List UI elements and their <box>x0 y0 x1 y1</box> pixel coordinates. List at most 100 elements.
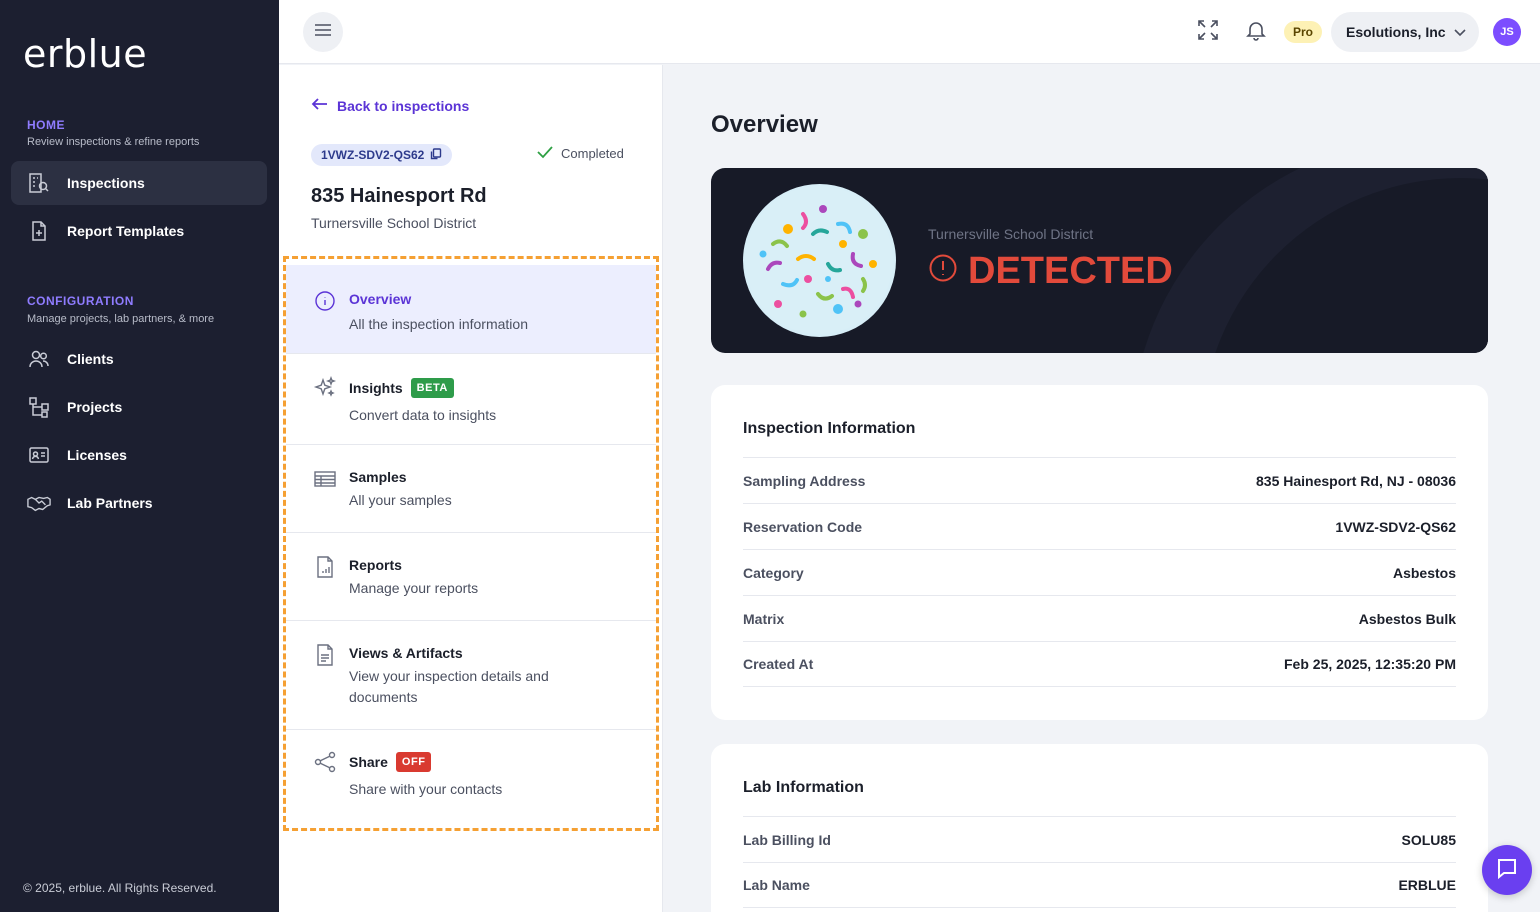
reservation-code-chip[interactable]: 1VWZ-SDV2-QS62 <box>311 144 453 166</box>
menu-item-title: Insights <box>349 380 403 396</box>
info-row-reservation-code: Reservation Code 1VWZ-SDV2-QS62 <box>743 503 1456 549</box>
erblue-logo[interactable]: erblue <box>23 32 147 76</box>
info-row-sampling-address: Sampling Address 835 Hainesport Rd, NJ -… <box>743 457 1456 503</box>
inspection-section-menu: Overview All the inspection information … <box>283 256 659 831</box>
check-icon <box>537 145 561 162</box>
card-title: Lab Information <box>743 779 864 796</box>
building-search-icon <box>27 171 51 195</box>
lab-information-card: Lab Information Lab Billing Id SOLU85 La… <box>711 744 1488 912</box>
handshake-icon <box>27 491 51 515</box>
menu-item-samples[interactable]: Samples All your samples <box>286 445 656 533</box>
configuration-section-title: CONFIGURATION <box>27 294 134 308</box>
info-label: Reservation Code <box>743 518 863 535</box>
menu-item-subtitle: View your inspection details and documen… <box>349 668 549 705</box>
sidebar-item-licenses[interactable]: Licenses <box>11 433 267 477</box>
info-row-created-at: Created At Feb 25, 2025, 12:35:20 PM <box>743 641 1456 687</box>
beta-badge: BETA <box>410 378 454 398</box>
document-icon <box>313 643 337 667</box>
sidebar-item-report-templates[interactable]: Report Templates <box>11 209 267 253</box>
info-row-lab-billing-id: Lab Billing Id SOLU85 <box>743 816 1456 862</box>
report-file-icon <box>313 555 337 579</box>
chat-support-button[interactable] <box>1482 845 1532 895</box>
hamburger-menu-button[interactable] <box>303 12 343 52</box>
info-label: Sampling Address <box>743 472 866 489</box>
info-label: Created At <box>743 656 814 672</box>
chevron-down-icon <box>1453 25 1467 42</box>
info-row-lab-name: Lab Name ERBLUE <box>743 862 1456 908</box>
menu-item-overview[interactable]: Overview All the inspection information <box>286 265 656 354</box>
configuration-section-subtitle: Manage projects, lab partners, & more <box>27 313 215 325</box>
menu-item-subtitle: All the inspection information <box>349 316 528 332</box>
id-card-icon <box>27 443 51 467</box>
hierarchy-icon <box>27 395 51 419</box>
menu-item-subtitle: Manage your reports <box>349 580 479 596</box>
menu-item-subtitle: Convert data to insights <box>349 407 497 423</box>
sidebar-item-label: Clients <box>67 351 114 367</box>
overview-content: Overview Turnersville School District DE… <box>663 65 1540 912</box>
menu-item-insights[interactable]: Insights BETA Convert data to insights <box>286 354 656 445</box>
sidebar-item-inspections[interactable]: Inspections <box>11 161 267 205</box>
info-value: Asbestos <box>1392 564 1456 581</box>
menu-item-title: Samples <box>349 469 407 485</box>
sidebar-item-projects[interactable]: Projects <box>11 385 267 429</box>
back-to-inspections-link[interactable]: Back to inspections <box>311 97 469 114</box>
fullscreen-icon <box>1197 19 1219 46</box>
info-value: ERBLUE <box>1398 877 1456 893</box>
sidebar-item-label: Lab Partners <box>67 495 153 511</box>
sidebar-item-label: Inspections <box>67 175 145 191</box>
bacteria-illustration <box>743 184 896 337</box>
info-icon <box>313 289 337 313</box>
inspection-info-rows: Sampling Address 835 Hainesport Rd, NJ -… <box>743 457 1456 687</box>
file-plus-icon <box>27 219 51 243</box>
user-avatar[interactable]: JS <box>1493 18 1521 46</box>
chat-bubble-icon <box>1495 856 1519 885</box>
inspection-address: 835 Hainesport Rd <box>311 185 487 207</box>
info-value: 835 Hainesport Rd, NJ - 08036 <box>1256 472 1456 489</box>
lab-info-rows: Lab Billing Id SOLU85 Lab Name ERBLUE <box>743 816 1456 908</box>
sidebar-item-lab-partners[interactable]: Lab Partners <box>11 481 267 525</box>
share-icon <box>313 750 337 774</box>
sidebar: erblue HOME Review inspections & refine … <box>0 0 279 912</box>
sparkle-icon <box>313 376 337 400</box>
bell-icon <box>1245 19 1267 46</box>
info-value: SOLU85 <box>1401 831 1456 848</box>
topbar: Pro Esolutions, Inc JS <box>279 0 1540 64</box>
info-row-matrix: Matrix Asbestos Bulk <box>743 595 1456 641</box>
menu-item-title: Views & Artifacts <box>349 645 463 661</box>
menu-item-reports[interactable]: Reports Manage your reports <box>286 533 656 621</box>
sidebar-item-clients[interactable]: Clients <box>11 337 267 381</box>
plan-badge: Pro <box>1284 21 1323 43</box>
sidebar-item-label: Licenses <box>67 447 127 463</box>
sidebar-item-label: Projects <box>67 399 123 415</box>
reservation-code: 1VWZ-SDV2-QS62 <box>321 148 425 162</box>
inspection-district: Turnersville School District <box>311 215 477 231</box>
home-section-title: HOME <box>27 118 65 132</box>
inspection-information-card: Inspection Information Sampling Address … <box>711 385 1488 720</box>
home-section-subtitle: Review inspections & refine reports <box>27 136 200 148</box>
organization-select[interactable]: Esolutions, Inc <box>1331 12 1479 52</box>
hero-district: Turnersville School District <box>928 226 1094 242</box>
copy-icon[interactable] <box>424 147 442 163</box>
menu-item-views-artifacts[interactable]: Views & Artifacts View your inspection d… <box>286 621 656 730</box>
menu-item-title: Share <box>349 754 388 770</box>
sidebar-item-label: Report Templates <box>67 223 185 239</box>
notifications-button[interactable] <box>1244 20 1268 44</box>
share-off-badge: OFF <box>395 752 432 772</box>
menu-item-title: Reports <box>349 557 402 573</box>
info-label: Lab Billing Id <box>743 831 831 848</box>
page-title: Overview <box>711 111 818 138</box>
copyright-footer: © 2025, erblue. All Rights Reserved. <box>23 881 217 895</box>
alert-circle-icon <box>928 250 968 293</box>
info-value: 1VWZ-SDV2-QS62 <box>1335 518 1456 535</box>
menu-item-subtitle: Share with your contacts <box>349 781 503 797</box>
menu-item-subtitle: All your samples <box>349 492 452 508</box>
info-value: Asbestos Bulk <box>1358 610 1456 627</box>
menu-item-share[interactable]: Share OFF Share with your contacts <box>286 730 656 820</box>
table-icon <box>313 467 337 491</box>
users-icon <box>27 347 51 371</box>
card-title: Inspection Information <box>743 420 916 437</box>
fullscreen-button[interactable] <box>1196 19 1220 46</box>
inspection-detail-panel: Back to inspections 1VWZ-SDV2-QS62 Compl… <box>279 65 663 912</box>
detection-status: DETECTED <box>928 250 1173 293</box>
info-label: Lab Name <box>743 877 810 893</box>
